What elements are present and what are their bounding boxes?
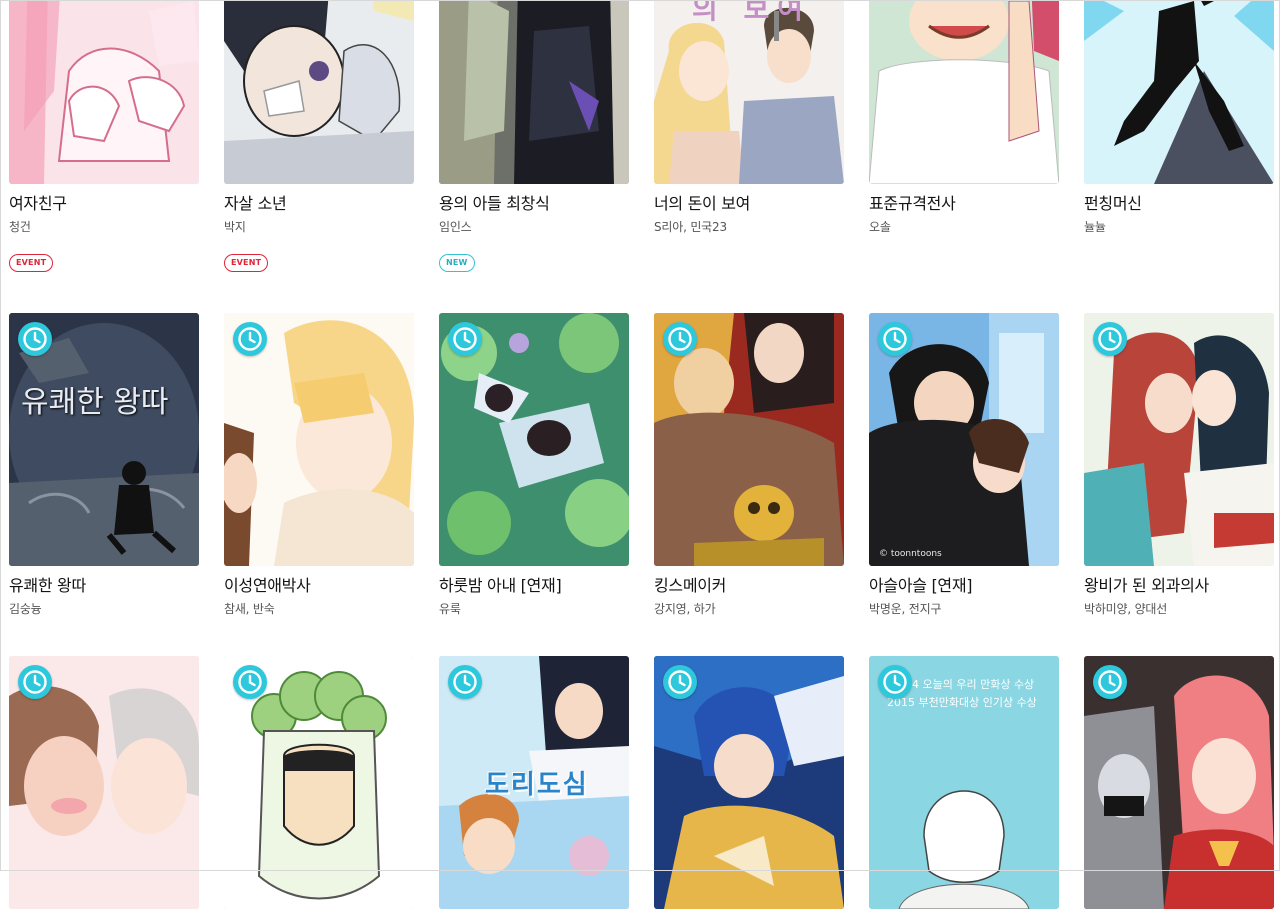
webtoon-title[interactable]: 표준규격전사	[869, 194, 1059, 214]
webtoon-title[interactable]: 킹스메이커	[654, 576, 844, 596]
cover-image[interactable]	[9, 656, 199, 909]
webtoon-card-punching-machine[interactable]: 펀칭머신 뉼뉼	[1084, 0, 1274, 235]
cover-image[interactable]	[1084, 656, 1274, 909]
webtoon-card-aseul-aseul[interactable]: © toonntoons 아슬아슬 [연재] 박명운, 전지구	[869, 313, 1059, 617]
webtoon-card-yukwaehan-wangtta[interactable]: 유쾌한 왕따 유쾌한 왕따 김숭늉	[9, 313, 199, 617]
webtoon-title[interactable]: 왕비가 된 외과의사	[1084, 576, 1274, 596]
cover-logo-text: 도리도심	[485, 770, 589, 800]
clock-icon	[663, 322, 697, 356]
webtoon-card-row3-2[interactable]	[224, 656, 414, 909]
new-badge: NEW	[439, 254, 475, 272]
webtoon-card-jasal-sonyeon[interactable]: 자살 소년 박지 EVENT	[224, 0, 414, 272]
webtoon-card-row3-4[interactable]	[654, 656, 844, 909]
webtoon-author: 오솔	[869, 220, 891, 234]
webtoon-card-pyojun-gyugyeok-jeonsa[interactable]: 표준규격전사 오솔	[869, 0, 1059, 235]
event-badge: EVENT	[9, 254, 54, 272]
cover-art-girlfriend	[9, 0, 199, 184]
webtoon-author: 김숭늉	[9, 602, 42, 616]
webtoon-grid: 여자친구 청건 EVENT 자살 소년 박지 EVENT 용의 아들 최창식 임…	[0, 0, 1280, 909]
cover-image[interactable]: 의 보여	[654, 0, 844, 184]
webtoon-card-row3-1[interactable]	[9, 656, 199, 909]
cover-art-punching-machine	[1084, 0, 1274, 184]
webtoon-title[interactable]: 용의 아들 최창식	[439, 194, 629, 214]
webtoon-card-wangbi-ga-doen-oegwauisa[interactable]: 왕비가 된 외과의사 박하미양, 양대선	[1084, 313, 1274, 617]
cover-logo-text: 의 보여	[692, 0, 812, 25]
clock-icon	[233, 322, 267, 356]
webtoon-author: 참새, 반숙	[224, 602, 275, 616]
webtoon-card-kingsmaker[interactable]: 킹스메이커 강지영, 하가	[654, 313, 844, 617]
cover-image[interactable]	[439, 313, 629, 566]
cover-logo-text: 유쾌한 왕따	[21, 385, 169, 420]
webtoon-card-dori-dosim[interactable]: 도리도심	[439, 656, 629, 909]
cover-image[interactable]	[224, 656, 414, 909]
webtoon-title[interactable]: 자살 소년	[224, 194, 414, 214]
clock-icon	[18, 665, 52, 699]
cover-image[interactable]: 유쾌한 왕따	[9, 313, 199, 566]
webtoon-card-yong-ui-adeul[interactable]: 용의 아들 최창식 임인스 NEW	[439, 0, 629, 272]
cover-art-suicide-boy	[224, 0, 414, 184]
webtoon-title[interactable]: 유쾌한 왕따	[9, 576, 199, 596]
webtoon-title[interactable]: 펀칭머신	[1084, 194, 1274, 214]
webtoon-card-yeojachingu[interactable]: 여자친구 청건 EVENT	[9, 0, 199, 272]
cover-image[interactable]	[439, 0, 629, 184]
webtoon-author: 임인스	[439, 220, 472, 234]
event-badge: EVENT	[224, 254, 269, 272]
webtoon-title[interactable]: 여자친구	[9, 194, 199, 214]
cover-image[interactable]: 도리도심	[439, 656, 629, 909]
cover-award-text-1: 2014 오늘의 우리 만화상 수상	[891, 678, 1035, 691]
cover-image[interactable]	[9, 0, 199, 184]
webtoon-card-row3-5[interactable]: 2014 오늘의 우리 만화상 수상 2015 부천만화대상 인기상 수상	[869, 656, 1059, 909]
webtoon-card-iseong-yeonae-baksa[interactable]: 이성연애박사 참새, 반숙	[224, 313, 414, 617]
webtoon-author: 박하미양, 양대선	[1084, 602, 1168, 616]
webtoon-author: 유룩	[439, 602, 461, 616]
clock-icon	[18, 322, 52, 356]
cover-image[interactable]: 2014 오늘의 우리 만화상 수상 2015 부천만화대상 인기상 수상	[869, 656, 1059, 909]
clock-icon	[1093, 322, 1127, 356]
webtoon-title[interactable]: 아슬아슬 [연재]	[869, 576, 1059, 596]
webtoon-card-harutbam-anae[interactable]: 하룻밤 아내 [연재] 유룩	[439, 313, 629, 617]
cover-image[interactable]: © toonntoons	[869, 313, 1059, 566]
cover-art-standard-warrior	[869, 0, 1059, 184]
cover-image[interactable]	[224, 313, 414, 566]
webtoon-card-row3-6[interactable]	[1084, 656, 1274, 909]
webtoon-title[interactable]: 하룻밤 아내 [연재]	[439, 576, 629, 596]
webtoon-author: 박명운, 전지구	[869, 602, 942, 616]
cover-image[interactable]	[1084, 313, 1274, 566]
clock-icon	[878, 322, 912, 356]
webtoon-card-neoui-doni-boyeo[interactable]: 의 보여 너의 돈이 보여 S리아, 민국23	[654, 0, 844, 235]
cover-image[interactable]	[654, 313, 844, 566]
cover-art-dragon-son	[439, 0, 629, 184]
webtoon-author: 뉼뉼	[1084, 220, 1106, 234]
cover-image[interactable]	[1084, 0, 1274, 184]
webtoon-title[interactable]: 너의 돈이 보여	[654, 194, 844, 214]
cover-image[interactable]	[869, 0, 1059, 184]
webtoon-author: 박지	[224, 220, 246, 234]
webtoon-title[interactable]: 이성연애박사	[224, 576, 414, 596]
clock-icon	[448, 322, 482, 356]
cover-image[interactable]	[654, 656, 844, 909]
webtoon-author: 청건	[9, 220, 31, 234]
clock-icon	[448, 665, 482, 699]
clock-icon	[1093, 665, 1127, 699]
clock-icon	[663, 665, 697, 699]
clock-icon	[878, 665, 912, 699]
cover-art-i-see-your-money	[654, 0, 844, 184]
webtoon-author: S리아, 민국23	[654, 220, 727, 234]
webtoon-author: 강지영, 하가	[654, 602, 716, 616]
clock-icon	[233, 665, 267, 699]
cover-copyright-text: © toonntoons	[879, 549, 942, 559]
cover-image[interactable]	[224, 0, 414, 184]
